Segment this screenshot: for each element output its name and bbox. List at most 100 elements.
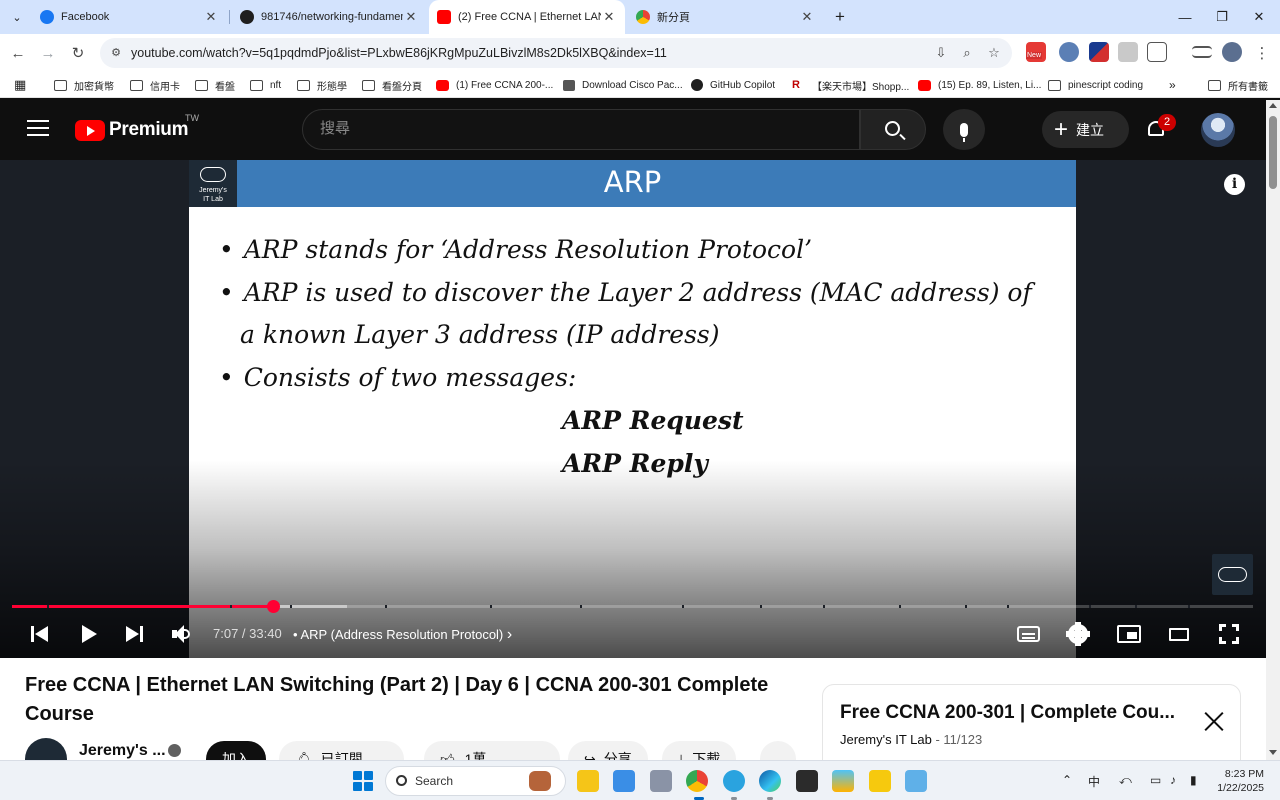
extension-icon[interactable]: [1089, 42, 1109, 62]
extensions-puzzle-icon[interactable]: [1147, 42, 1167, 62]
share-button[interactable]: ↪ 分享: [568, 741, 648, 760]
site-info-icon[interactable]: ⚙: [108, 45, 124, 61]
playlist-owner[interactable]: Jeremy's IT Lab: [840, 732, 932, 747]
bookmarks-overflow-button[interactable]: »: [1169, 76, 1176, 94]
voice-search-button[interactable]: [943, 109, 985, 150]
telegram-icon[interactable]: [723, 770, 745, 792]
install-app-icon[interactable]: ⇩: [932, 44, 950, 62]
channel-avatar[interactable]: [25, 738, 67, 760]
new-tab-button[interactable]: +: [830, 7, 850, 27]
search-input[interactable]: [320, 120, 820, 137]
app-icon[interactable]: [832, 770, 854, 792]
scroll-up-icon[interactable]: [1269, 103, 1277, 108]
battery-icon[interactable]: ▮: [1190, 773, 1197, 787]
scrollbar-thumb[interactable]: [1269, 116, 1277, 189]
scrubber-handle[interactable]: [266, 600, 280, 613]
chevron-up-icon[interactable]: ⌃: [1062, 773, 1072, 787]
subtitles-button[interactable]: [1015, 622, 1042, 646]
close-tab-icon[interactable]: ✕: [799, 9, 815, 25]
channel-name[interactable]: Jeremy's ...: [79, 742, 166, 760]
terminal-icon[interactable]: [796, 770, 818, 792]
hamburger-menu-icon[interactable]: [27, 120, 49, 138]
fullscreen-button[interactable]: [1217, 622, 1241, 646]
account-avatar[interactable]: [1201, 113, 1235, 147]
bookmark-item[interactable]: 信用卡: [130, 76, 180, 94]
reload-icon[interactable]: ↻: [66, 41, 90, 65]
windows-start-icon[interactable]: [353, 771, 373, 791]
zoom-icon[interactable]: ⌕: [958, 44, 976, 62]
bookmark-item[interactable]: R 【楽天市場】Shopp...: [792, 76, 909, 94]
bookmark-item[interactable]: (15) Ep. 89, Listen, Li...: [918, 76, 1041, 94]
maximize-button[interactable]: ❐: [1203, 0, 1241, 34]
playlist-title[interactable]: Free CCNA 200-301 | Complete Cou...: [840, 702, 1175, 724]
chrome-menu-icon[interactable]: ⋮: [1250, 41, 1274, 65]
scroll-down-icon[interactable]: [1269, 750, 1277, 755]
video-player[interactable]: Jeremy's IT Lab ARP • ARP stands for ‘Add…: [0, 160, 1266, 658]
bookmark-item[interactable]: Download Cisco Pac...: [563, 76, 683, 94]
mute-button[interactable]: [170, 622, 194, 646]
next-button[interactable]: [123, 622, 145, 646]
profile-avatar[interactable]: [1222, 42, 1242, 62]
subscribed-button[interactable]: 🔔︎ 已訂閱 ⌄: [279, 741, 404, 760]
address-bar[interactable]: ⚙ youtube.com/watch?v=5q1pqdmdPjo&list=P…: [100, 38, 1012, 68]
theater-mode-button[interactable]: [1167, 622, 1191, 646]
tab-new-tab[interactable]: 新分頁 ✕: [628, 0, 823, 34]
close-playlist-icon[interactable]: [1204, 711, 1224, 731]
bookmark-item[interactable]: pinescript coding: [1048, 76, 1143, 94]
join-button[interactable]: 加入: [206, 741, 266, 760]
notepad-icon[interactable]: [905, 770, 927, 792]
create-button[interactable]: + 建立: [1042, 111, 1129, 148]
close-window-button[interactable]: ✕: [1240, 0, 1278, 34]
search-button[interactable]: [860, 109, 926, 150]
bookmark-star-icon[interactable]: ☆: [985, 44, 1003, 62]
taskbar-search[interactable]: Search: [385, 766, 566, 796]
play-button[interactable]: [78, 622, 100, 646]
tab-github[interactable]: 981746/networking-fundament ✕: [232, 0, 427, 34]
file-explorer-icon[interactable]: [577, 770, 599, 792]
system-clock[interactable]: 8:23 PM 1/22/2025: [1214, 767, 1264, 795]
all-bookmarks-folder[interactable]: 所有書籤: [1208, 76, 1268, 94]
more-actions-button[interactable]: ...: [760, 741, 796, 760]
close-tab-icon[interactable]: ✕: [403, 9, 419, 25]
speaker-icon[interactable]: ♪: [1170, 773, 1176, 787]
chrome-icon[interactable]: [686, 770, 708, 792]
settings-button[interactable]: [1066, 622, 1090, 646]
bookmark-item[interactable]: 形態學: [297, 76, 347, 94]
chapter-title-button[interactable]: • ARP (Address Resolution Protocol) ›: [293, 626, 512, 644]
apps-grid-icon[interactable]: ▦: [14, 76, 26, 94]
app-icon[interactable]: [869, 770, 891, 792]
previous-button[interactable]: [29, 622, 51, 646]
ime-mode-icon[interactable]: ⤺: [1119, 773, 1132, 788]
bookmark-item[interactable]: (1) Free CCNA 200-...: [436, 76, 553, 94]
bookmark-item[interactable]: 看盤: [195, 76, 235, 94]
info-icon[interactable]: i: [1224, 174, 1245, 195]
page-scrollbar[interactable]: [1266, 100, 1280, 760]
network-icon[interactable]: ▭: [1150, 773, 1161, 787]
minimize-button[interactable]: —: [1166, 0, 1204, 34]
search-box[interactable]: [302, 109, 860, 150]
channel-watermark[interactable]: [1212, 554, 1253, 595]
back-icon[interactable]: ←: [6, 41, 30, 65]
extension-icon[interactable]: New: [1026, 42, 1046, 62]
tab-facebook[interactable]: Facebook ✕: [32, 0, 227, 34]
app-icon[interactable]: [650, 770, 672, 792]
like-button[interactable]: 👍︎ 1萬: [424, 741, 560, 760]
bookmark-item[interactable]: 加密貨幣: [54, 76, 114, 94]
input-method-indicator[interactable]: 中: [1088, 773, 1100, 790]
download-button[interactable]: ⤓ 下載: [662, 741, 737, 760]
bookmark-item[interactable]: 看盤分頁: [362, 76, 422, 94]
forward-icon[interactable]: →: [36, 41, 60, 65]
tab-search-dropdown[interactable]: ⌄: [6, 6, 28, 28]
url-text[interactable]: youtube.com/watch?v=5q1pqdmdPjo&list=PLx…: [131, 46, 667, 60]
edge-icon[interactable]: [759, 770, 781, 792]
bookmark-item[interactable]: GitHub Copilot: [691, 76, 775, 94]
reading-list-icon[interactable]: [1192, 46, 1212, 58]
notifications-button[interactable]: 2: [1145, 114, 1176, 142]
app-icon[interactable]: [613, 770, 635, 792]
extension-icon[interactable]: [1059, 42, 1079, 62]
close-tab-icon[interactable]: ✕: [601, 9, 617, 25]
progress-bar[interactable]: [12, 600, 1253, 613]
tab-youtube-active[interactable]: (2) Free CCNA | Ethernet LAN S ✕: [429, 0, 625, 34]
miniplayer-button[interactable]: [1115, 622, 1142, 646]
bookmark-item[interactable]: nft: [250, 76, 281, 94]
